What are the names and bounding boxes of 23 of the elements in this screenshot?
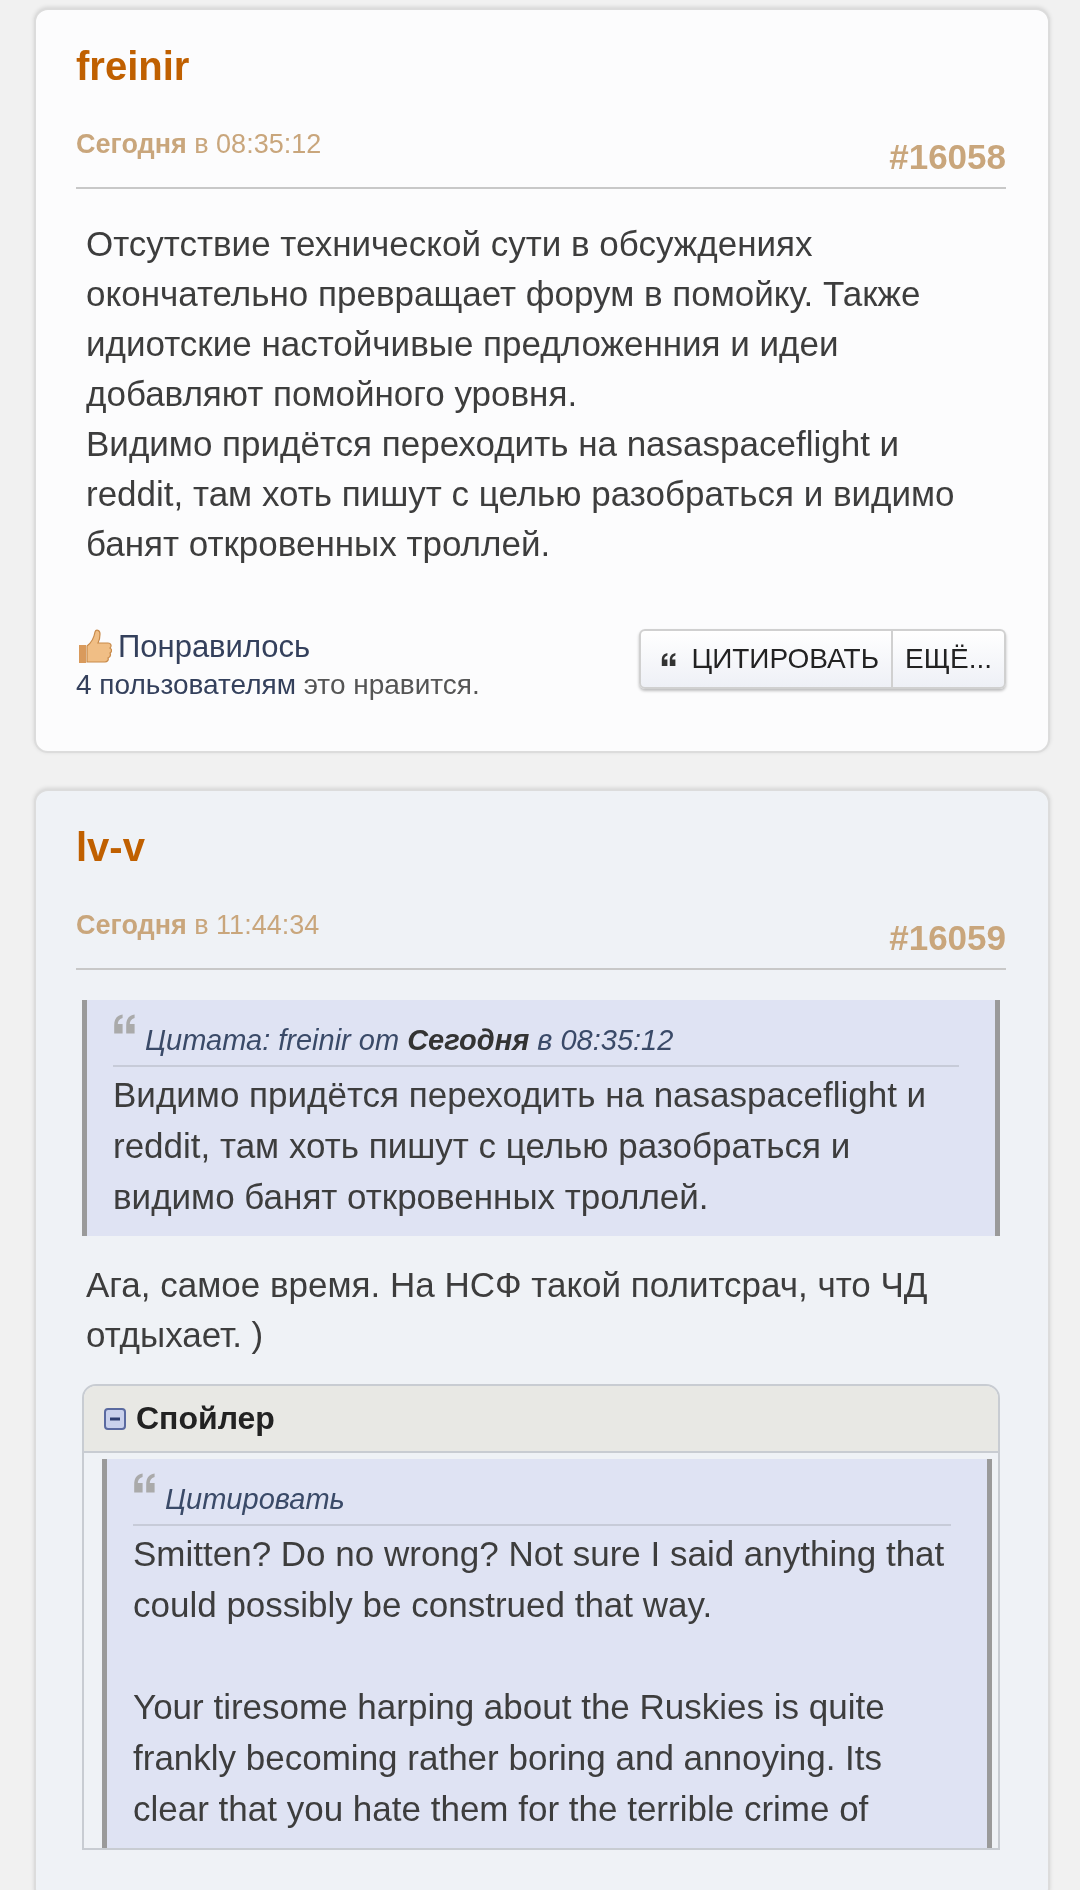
post-date: Сегодня в 08:35:12 — [76, 129, 322, 160]
more-button[interactable]: ЕЩЁ... — [893, 629, 1006, 689]
thumbs-up-icon[interactable] — [76, 629, 112, 665]
post-text: Ага, самое время. На НСФ такой политсрач, что ЧД отдыхает. ) — [86, 1264, 929, 1356]
spoiler-title[interactable]: Спойлер — [136, 1400, 275, 1437]
quote-icon — [113, 1014, 137, 1034]
quote-icon — [133, 1473, 157, 1493]
quote-header: Цитировать — [165, 1482, 345, 1516]
quote-text: Видимо придётся переходить на nasaspaceflight и reddit, там хоть пишут с целью разобраться и видимо банят откровенных троллей. — [113, 1074, 928, 1218]
post-text: Отсутствие технической сути в обсуждениях окончательно превращает форум в помойку. Также идиотские настойчивые предложенния и идеи добавляют помойного уровня. — [86, 223, 922, 415]
like-link[interactable]: Понравилось — [118, 629, 311, 665]
quote-text: Smitten? Do no wrong? Not sure I said anything that could possibly be construed that way. — [133, 1533, 946, 1626]
likers-link[interactable]: 4 пользователям — [76, 669, 296, 700]
quote-text: Your tiresome harping about the Ruskies is quite frankly becoming rather boring and annoying. Its clear that you hate them for the terrible crime of — [133, 1686, 886, 1830]
collapse-icon[interactable] — [104, 1407, 126, 1430]
quote-header: Цитата: freinir от Сегодня в 08:35:12 — [145, 1023, 674, 1057]
username[interactable]: freinir — [76, 44, 1006, 89]
post-text: Видимо придётся переходить на nasaspaceflight и reddit, там хоть пишут с целью разобраться и видимо банят откровенных троллей. — [86, 423, 956, 565]
likes-summary: 4 пользователям это нравится. — [76, 669, 480, 701]
quote-button[interactable]: ЦИТИРОВАТЬ — [639, 629, 894, 689]
username[interactable]: lv-v — [76, 825, 1006, 870]
post-date: Сегодня в 11:44:34 — [76, 910, 320, 941]
quote-icon — [661, 652, 678, 666]
